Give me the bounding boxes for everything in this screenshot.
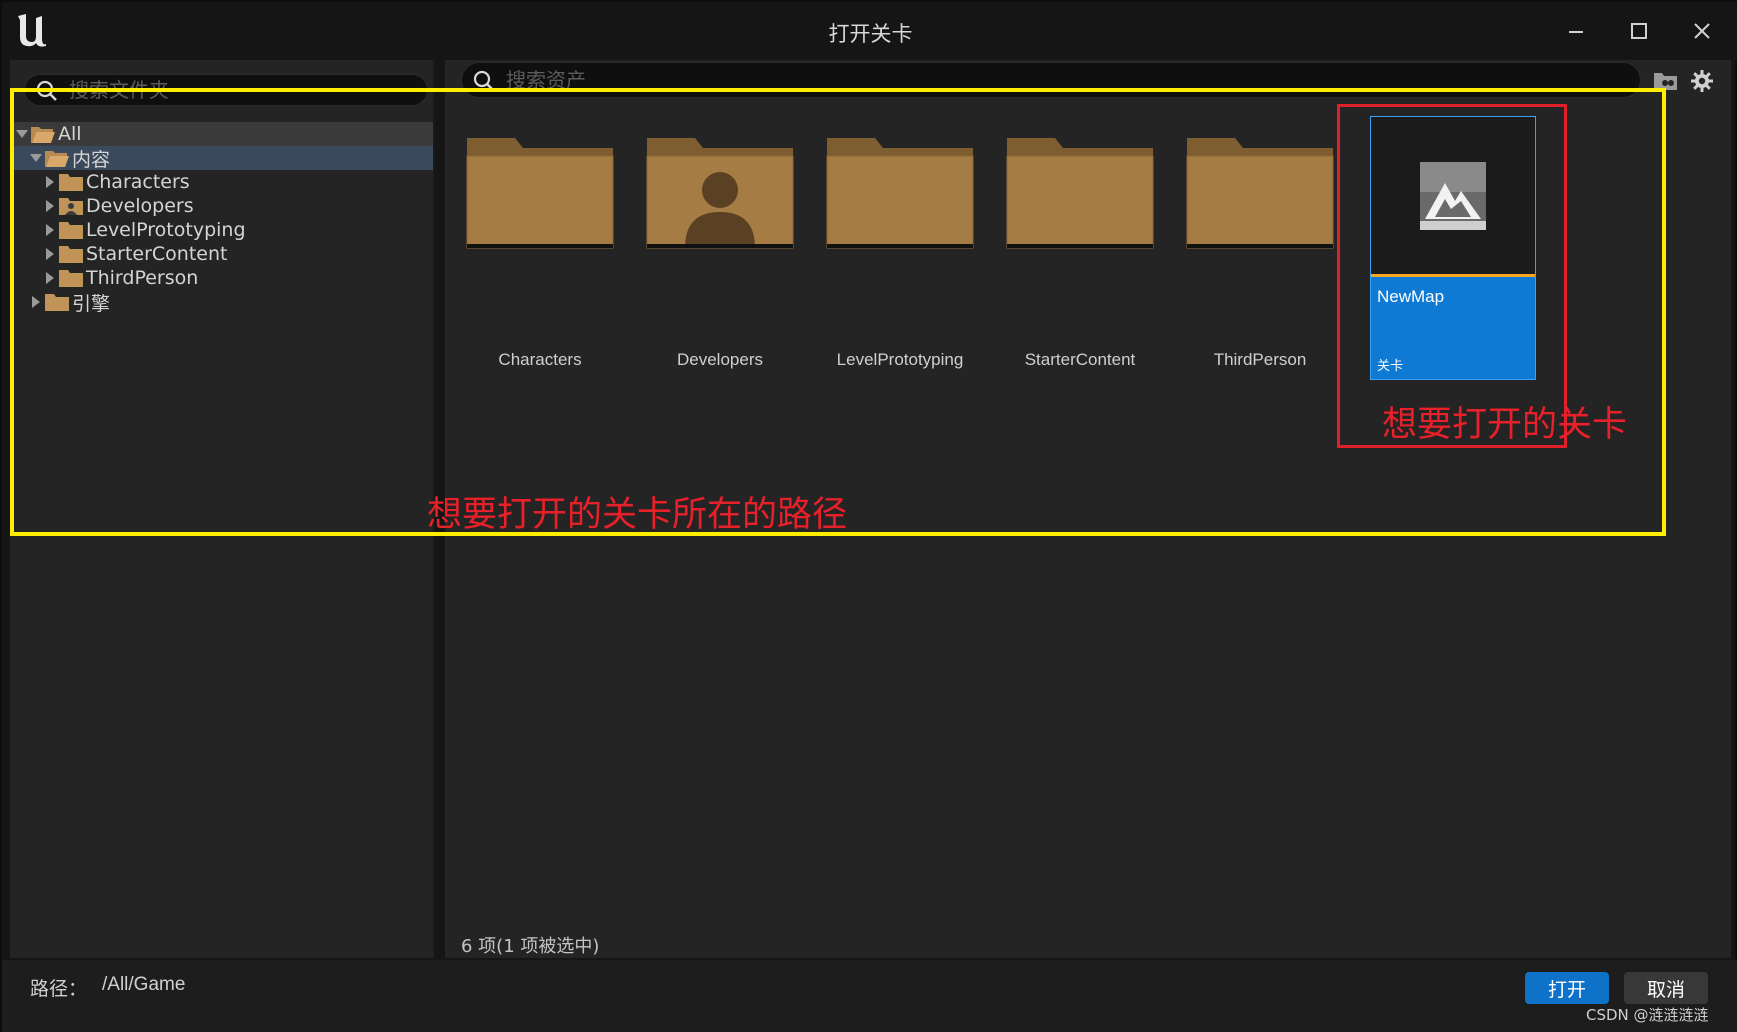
asset-folder-characters[interactable]: Characters [465, 120, 615, 369]
folder-icon [826, 138, 974, 249]
tree-item-startercontent[interactable]: StarterContent [10, 242, 433, 266]
cancel-button[interactable]: 取消 [1624, 972, 1708, 1004]
close-icon[interactable] [1680, 12, 1724, 50]
collapsed-arrow-icon[interactable] [28, 294, 44, 310]
tree-item-developers[interactable]: Developers [10, 194, 433, 218]
tree-item-label: 内容 [72, 148, 111, 171]
tree-item-characters[interactable]: Characters [10, 170, 433, 194]
folder-search-box[interactable] [24, 74, 428, 106]
asset-name: NewMap [1377, 287, 1445, 306]
expanded-arrow-icon[interactable] [28, 150, 44, 166]
path-value: /All/Game [102, 974, 186, 995]
folder-tree-panel: All 内容 Characters Developers [10, 60, 435, 958]
tree-item-label: Developers [86, 195, 194, 217]
window-title: 打开关卡 [828, 22, 913, 46]
collapsed-arrow-icon[interactable] [42, 246, 58, 262]
show-folders-icon[interactable] [1651, 66, 1681, 96]
open-level-dialog: 打开关卡 All [0, 0, 1737, 1032]
tree-item-engine[interactable]: 引擎 [10, 290, 433, 315]
tree-item-label: Characters [86, 171, 190, 193]
folder-icon [58, 267, 84, 289]
asset-search-input[interactable] [506, 65, 1606, 95]
title-bar: 打开关卡 [2, 2, 1737, 60]
open-folder-icon [30, 123, 56, 145]
tree-item-all[interactable]: All [10, 122, 433, 146]
folder-icon [466, 138, 614, 249]
search-icon [472, 69, 496, 97]
tree-item-label: LevelPrototyping [86, 219, 246, 241]
tree-item-label: ThirdPerson [86, 267, 199, 289]
tree-item-thirdperson[interactable]: ThirdPerson [10, 266, 433, 290]
asset-level-newmap[interactable]: NewMap 关卡 [1370, 116, 1536, 380]
developer-folder-icon [646, 138, 794, 249]
tree-item-label: StarterContent [86, 243, 228, 265]
minimize-icon[interactable] [1554, 12, 1598, 50]
folder-icon [58, 171, 84, 193]
gear-icon[interactable] [1687, 66, 1717, 96]
asset-type-label: 关卡 [1377, 359, 1404, 374]
folder-tree: All 内容 Characters Developers LevelProtot… [10, 122, 433, 315]
open-button[interactable]: 打开 [1525, 972, 1609, 1004]
collapsed-arrow-icon[interactable] [42, 270, 58, 286]
asset-label: LevelPrototyping [836, 350, 964, 369]
collapsed-arrow-icon[interactable] [42, 198, 58, 214]
asset-folder-startercontent[interactable]: StarterContent [1005, 120, 1155, 369]
folder-icon [1006, 138, 1154, 249]
watermark-text: CSDN @涟涟涟涟 [1586, 1006, 1709, 1024]
asset-grid: Characters Developers LevelPrototyping S… [465, 120, 1725, 420]
level-map-icon [1420, 162, 1486, 230]
collapsed-arrow-icon[interactable] [42, 222, 58, 238]
folder-icon [1186, 138, 1334, 249]
asset-folder-levelprototyping[interactable]: LevelPrototyping [825, 120, 975, 369]
path-label: 路径： [30, 978, 88, 1000]
folder-search-input[interactable] [69, 75, 409, 105]
folder-icon [44, 291, 70, 313]
search-icon [35, 79, 59, 107]
tree-item-content[interactable]: 内容 [10, 146, 433, 171]
folder-icon [58, 243, 84, 265]
asset-search-box[interactable] [461, 62, 1641, 98]
asset-label: StarterContent [1024, 350, 1136, 369]
expanded-arrow-icon[interactable] [14, 126, 30, 142]
asset-folder-thirdperson[interactable]: ThirdPerson [1185, 120, 1335, 369]
item-count-status: 6 项(1 项被选中) [461, 936, 600, 957]
folder-icon [58, 219, 84, 241]
level-thumbnail [1371, 117, 1535, 277]
tree-item-label: All [58, 123, 82, 145]
asset-label: Characters [498, 350, 582, 369]
open-folder-icon [44, 147, 70, 169]
asset-label: ThirdPerson [1213, 350, 1307, 369]
dialog-footer: 路径： /All/Game 打开 取消 CSDN @涟涟涟涟 [2, 960, 1737, 1032]
annotation-folder-path-text: 想要打开的关卡所在的路径 [427, 495, 848, 535]
asset-label: Developers [677, 350, 763, 369]
developer-folder-icon [58, 195, 84, 217]
maximize-icon[interactable] [1617, 12, 1661, 50]
annotation-level-text: 想要打开的关卡 [1382, 405, 1628, 445]
tree-item-label: 引擎 [72, 292, 111, 315]
asset-folder-developers[interactable]: Developers [645, 120, 795, 369]
collapsed-arrow-icon[interactable] [42, 174, 58, 190]
tree-item-levelprototyping[interactable]: LevelPrototyping [10, 218, 433, 242]
